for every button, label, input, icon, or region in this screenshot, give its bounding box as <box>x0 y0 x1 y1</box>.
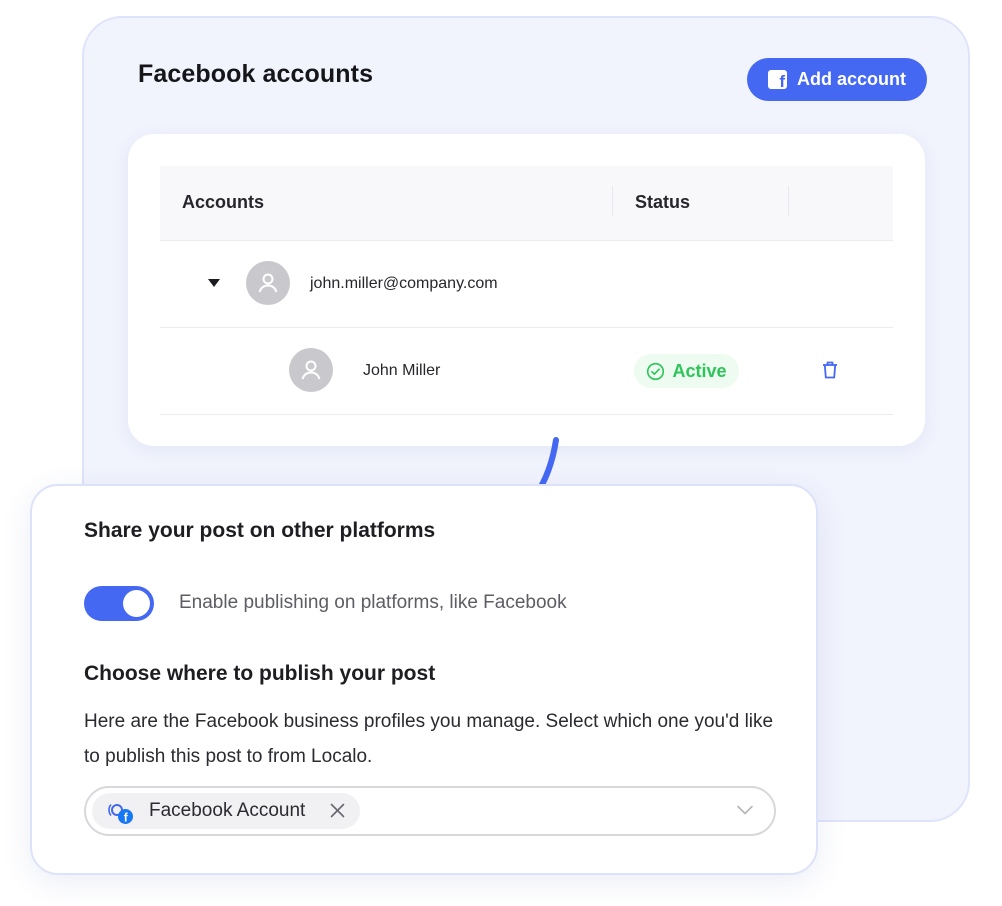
toggle-knob <box>123 590 150 617</box>
share-section-title: Share your post on other platforms <box>84 519 436 542</box>
facebook-icon: f <box>767 70 787 90</box>
status-label: Active <box>672 360 727 381</box>
toggle-label: Enable publishing on platforms, like Fac… <box>179 592 567 613</box>
section-description: Here are the Facebook business profiles … <box>84 711 774 767</box>
facebook-icon: f <box>108 803 133 825</box>
column-header-status: Status <box>635 192 691 212</box>
table-row-child-account: John Miller Active <box>160 328 893 415</box>
choose-section-title: Choose where to publish your post <box>84 662 436 685</box>
chip-label: Facebook Account <box>149 800 306 821</box>
page-title: Facebook accounts <box>138 60 374 88</box>
account-email: john.miller@company.com <box>310 275 498 292</box>
table-header: Accounts Status <box>160 166 893 241</box>
profile-select[interactable]: f Facebook Account <box>84 786 776 836</box>
accounts-table: Accounts Status john.miller@company.com … <box>128 134 925 446</box>
column-header-accounts: Accounts <box>182 192 265 212</box>
add-account-label: Add account <box>796 69 906 89</box>
account-name: John Miller <box>363 362 441 379</box>
avatar <box>289 348 333 392</box>
status-badge: Active <box>634 354 739 388</box>
check-circle-icon <box>647 362 665 380</box>
add-account-button[interactable]: f Add account <box>747 58 927 101</box>
user-icon <box>258 273 278 293</box>
user-icon <box>301 360 321 380</box>
chevron-down-icon[interactable] <box>736 803 754 821</box>
caret-down-icon[interactable] <box>208 279 220 287</box>
close-icon[interactable] <box>329 802 346 824</box>
trash-icon <box>823 361 837 379</box>
avatar <box>246 261 290 305</box>
table-row-parent-account: john.miller@company.com <box>160 241 893 328</box>
enable-publishing-toggle[interactable] <box>84 586 154 621</box>
column-divider <box>612 186 613 216</box>
delete-account-button[interactable] <box>821 360 839 385</box>
column-divider <box>788 186 789 216</box>
selected-profile-chip: f Facebook Account <box>92 793 360 829</box>
